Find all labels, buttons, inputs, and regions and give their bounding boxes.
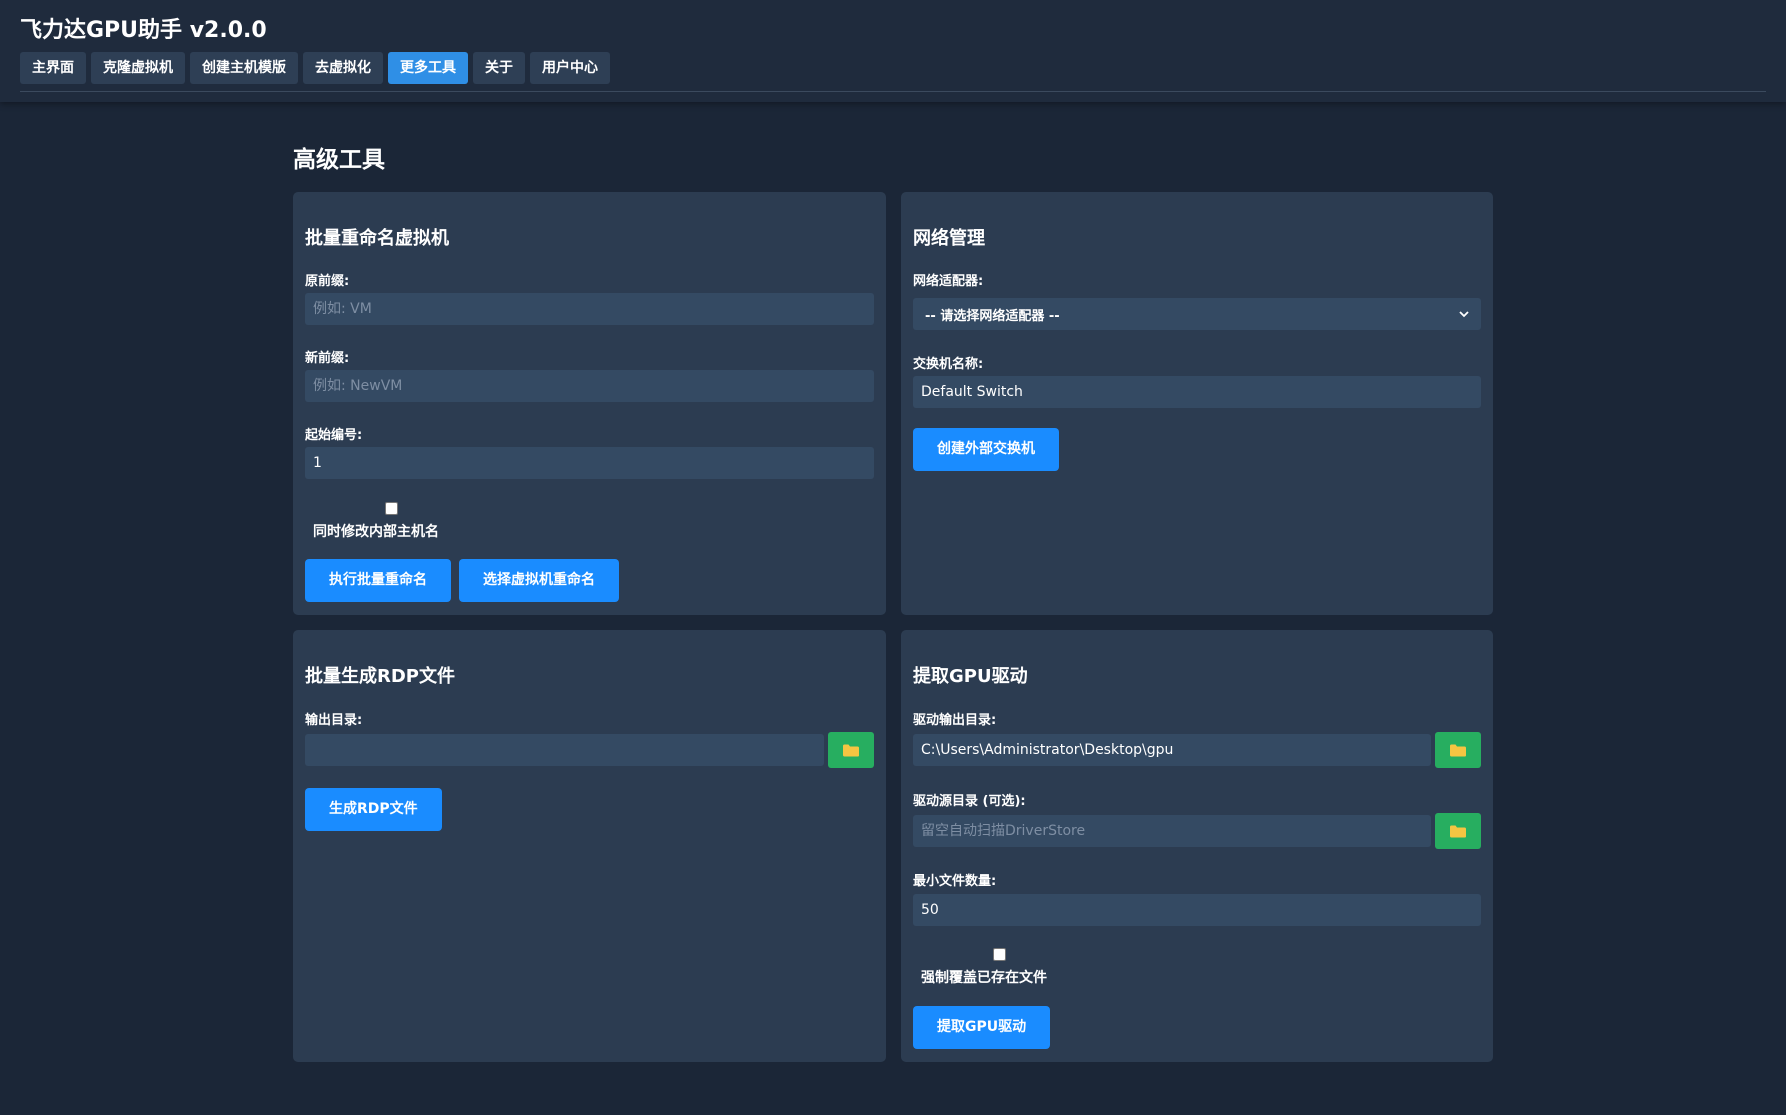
- tab-create-template[interactable]: 创建主机模版: [190, 52, 298, 84]
- tab-clone-vm[interactable]: 克隆虚拟机: [91, 52, 185, 84]
- force-overwrite-checkbox[interactable]: [993, 948, 1006, 961]
- card-network: 网络管理 网络适配器: -- 请选择网络适配器 -- 交换机名称: 创建外部交换…: [901, 192, 1493, 615]
- run-batch-rename-button[interactable]: 执行批量重命名: [305, 559, 451, 602]
- old-prefix-label: 原前缀:: [305, 274, 350, 289]
- tab-more-tools[interactable]: 更多工具: [388, 52, 468, 84]
- generate-rdp-button[interactable]: 生成RDP文件: [305, 788, 442, 831]
- adapter-selected-value: -- 请选择网络适配器 --: [925, 308, 1060, 324]
- app-header: 飞力达GPU助手 v2.0.0 主界面 克隆虚拟机 创建主机模版 去虚拟化 更多…: [0, 0, 1786, 102]
- min-files-input[interactable]: [913, 894, 1481, 926]
- driver-output-input[interactable]: [913, 734, 1431, 766]
- output-dir-input[interactable]: [305, 734, 824, 766]
- card-title: 批量重命名虚拟机: [305, 228, 449, 249]
- extract-gpu-driver-button[interactable]: 提取GPU驱动: [913, 1006, 1051, 1049]
- output-dir-label: 输出目录:: [305, 713, 363, 728]
- switch-name-input[interactable]: [913, 376, 1481, 408]
- folder-icon: [1450, 744, 1466, 756]
- start-number-input[interactable]: [305, 447, 874, 479]
- browse-output-button[interactable]: [828, 732, 874, 768]
- tab-user-center[interactable]: 用户中心: [530, 52, 610, 84]
- tab-bar: 主界面 克隆虚拟机 创建主机模版 去虚拟化 更多工具 关于 用户中心: [20, 52, 615, 84]
- card-batch-rename: 批量重命名虚拟机 原前缀: 新前缀: 起始编号: 同时修改内部主机名 执行批量重…: [293, 192, 886, 615]
- select-vm-rename-button[interactable]: 选择虚拟机重命名: [459, 559, 619, 602]
- driver-output-label: 驱动输出目录:: [913, 713, 997, 728]
- force-overwrite-label: 强制覆盖已存在文件: [921, 970, 1047, 986]
- adapter-select[interactable]: -- 请选择网络适配器 --: [913, 298, 1481, 330]
- tab-home[interactable]: 主界面: [20, 52, 86, 84]
- hostname-label: 同时修改内部主机名: [313, 524, 439, 540]
- header-divider: [20, 91, 1766, 92]
- folder-icon: [843, 744, 859, 756]
- app-title: 飞力达GPU助手 v2.0.0: [20, 18, 267, 43]
- switch-name-label: 交换机名称:: [913, 357, 984, 372]
- old-prefix-input[interactable]: [305, 293, 874, 325]
- card-title: 批量生成RDP文件: [305, 666, 455, 687]
- card-extract-gpu: 提取GPU驱动 驱动输出目录: 驱动源目录 (可选): 最小文件数量: 强制覆盖…: [901, 630, 1493, 1062]
- create-external-switch-button[interactable]: 创建外部交换机: [913, 428, 1059, 471]
- adapter-label: 网络适配器:: [913, 274, 984, 289]
- start-number-label: 起始编号:: [305, 428, 363, 443]
- folder-icon: [1450, 825, 1466, 837]
- card-batch-rdp: 批量生成RDP文件 输出目录: 生成RDP文件: [293, 630, 886, 1062]
- chevron-down-icon: [1459, 311, 1469, 318]
- new-prefix-label: 新前缀:: [305, 351, 350, 366]
- card-title: 提取GPU驱动: [913, 666, 1028, 687]
- min-files-label: 最小文件数量:: [913, 874, 997, 889]
- driver-source-label: 驱动源目录 (可选):: [913, 794, 1026, 809]
- browse-driver-output-button[interactable]: [1435, 732, 1481, 768]
- tab-devirtualize[interactable]: 去虚拟化: [303, 52, 383, 84]
- hostname-checkbox[interactable]: [385, 502, 398, 515]
- section-title: 高级工具: [293, 147, 385, 173]
- browse-driver-source-button[interactable]: [1435, 813, 1481, 849]
- card-title: 网络管理: [913, 228, 985, 249]
- tab-about[interactable]: 关于: [473, 52, 525, 84]
- driver-source-input[interactable]: [913, 815, 1431, 847]
- new-prefix-input[interactable]: [305, 370, 874, 402]
